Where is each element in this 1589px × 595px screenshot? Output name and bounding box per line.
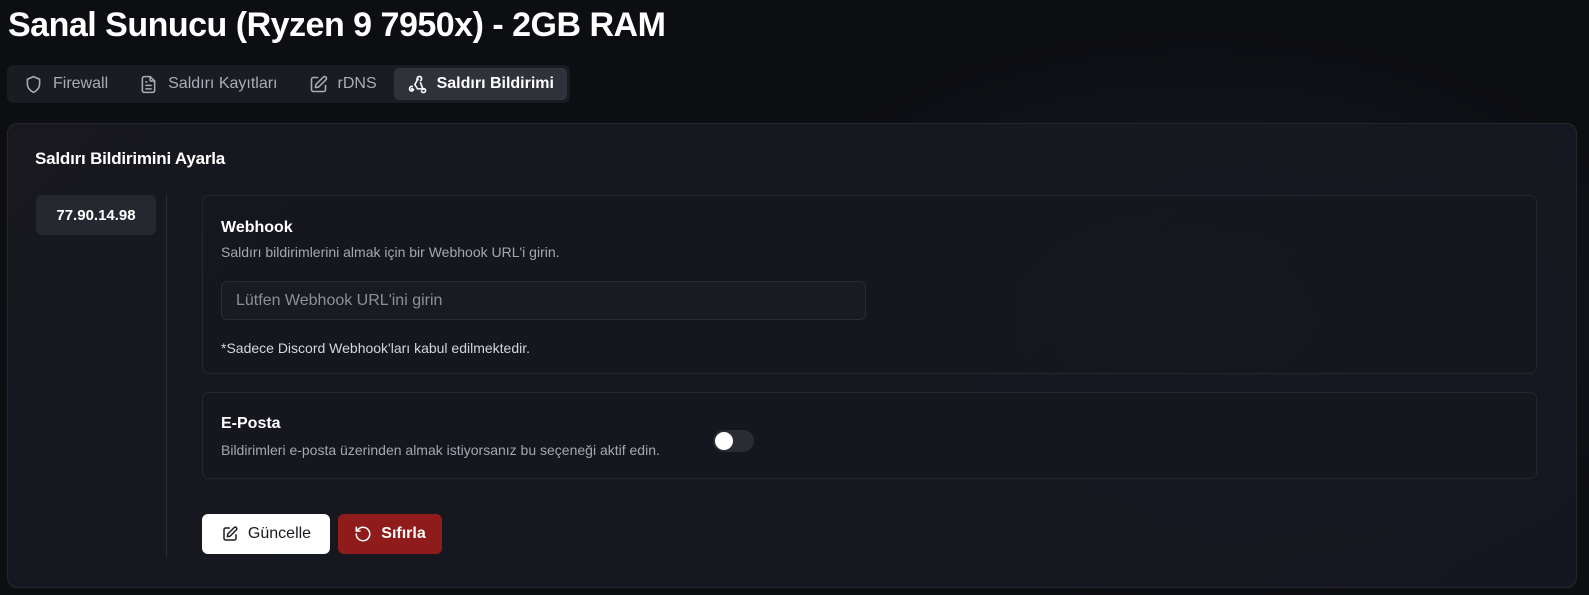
edit-icon [310,75,327,92]
page-title: Sanal Sunucu (Ryzen 9 7950x) - 2GB RAM [8,6,666,44]
tab-label: rDNS [337,75,377,92]
update-button[interactable]: Güncelle [202,514,330,554]
rotate-ccw-icon [355,526,371,542]
email-section: E-Posta Bildirimleri e-posta üzerinden a… [202,392,1537,479]
tab-firewall[interactable]: Firewall [10,68,121,100]
tab-label: Firewall [53,75,109,92]
webhook-url-input[interactable] [221,281,866,320]
webhook-section: Webhook Saldırı bildirimlerini almak içi… [202,195,1537,374]
webhook-title: Webhook [221,219,293,236]
toggle-knob [715,432,733,450]
shield-icon [26,75,41,93]
edit-icon [223,526,238,541]
webhook-icon [408,75,426,93]
email-toggle[interactable] [713,430,754,452]
tab-attack-notification[interactable]: Saldırı Bildirimi [393,68,567,100]
webhook-note: *Sadece Discord Webhook'ları kabul edilm… [221,340,531,356]
file-text-icon [141,75,156,93]
tab-attack-logs[interactable]: Saldırı Kayıtları [125,68,290,100]
vertical-divider [166,195,167,557]
tab-label: Saldırı Bildirimi [436,75,554,92]
reset-button-label: Sıfırla [381,525,426,542]
tab-bar: Firewall Saldırı Kayıtları rDNS Saldırı … [7,65,570,103]
card-title: Saldırı Bildirimini Ayarla [35,149,226,168]
update-button-label: Güncelle [247,525,312,542]
notification-settings-card: Saldırı Bildirimini Ayarla 77.90.14.98 W… [7,123,1577,588]
ip-selector-item[interactable]: 77.90.14.98 [36,195,156,235]
tab-rdns[interactable]: rDNS [295,68,390,100]
reset-button[interactable]: Sıfırla [338,514,442,554]
email-title: E-Posta [221,415,281,432]
webhook-description: Saldırı bildirimlerini almak için bir We… [221,244,560,260]
tab-label: Saldırı Kayıtları [168,75,278,92]
email-description: Bildirimleri e-posta üzerinden almak ist… [221,442,660,458]
